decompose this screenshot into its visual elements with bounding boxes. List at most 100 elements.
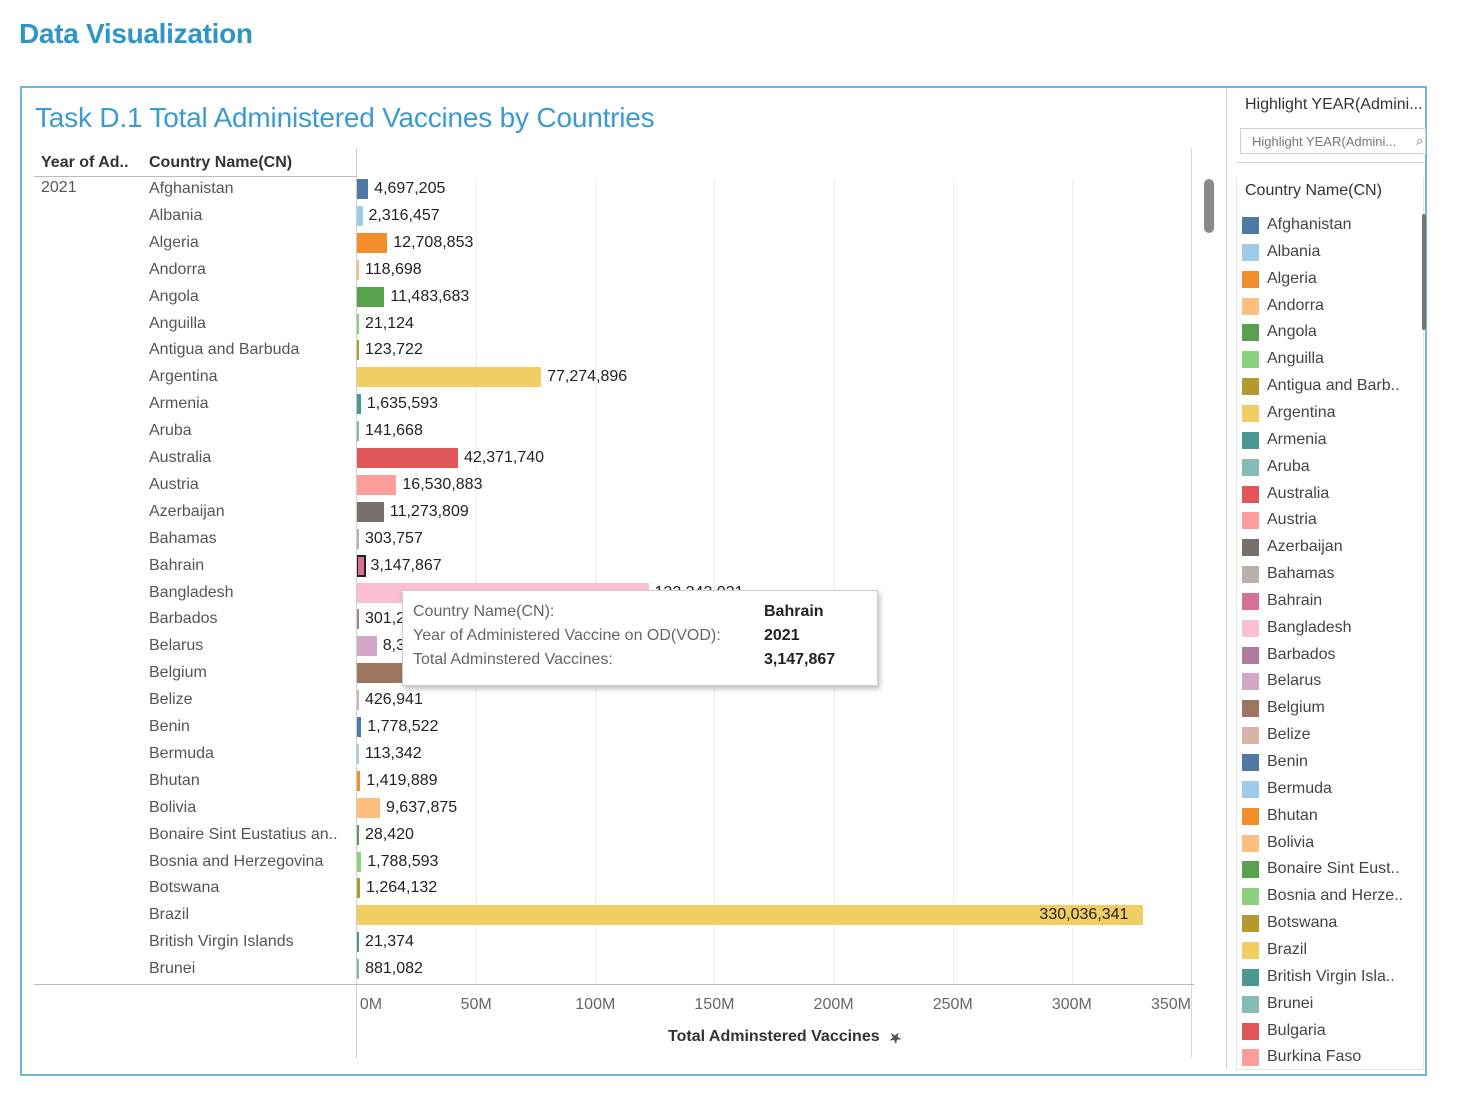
row-label[interactable]: Afghanistan <box>149 179 234 199</box>
bar-value-label: 1,778,522 <box>367 718 439 735</box>
legend-label: Belgium <box>1267 699 1325 717</box>
bar[interactable] <box>357 878 360 899</box>
bar[interactable] <box>357 797 380 818</box>
bar-value-label: 11,483,683 <box>390 287 470 305</box>
chart-scrollbar-thumb[interactable] <box>1204 179 1214 233</box>
legend-scrollbar-thumb[interactable] <box>1422 214 1426 330</box>
legend-swatch <box>1242 539 1259 557</box>
x-tick-label: 200M <box>813 996 854 1013</box>
legend-swatch <box>1242 458 1259 476</box>
row-label[interactable]: Belize <box>149 690 193 710</box>
bar-value-label: 42,371,740 <box>463 449 545 466</box>
row-label[interactable]: Bangladesh <box>149 583 234 603</box>
bar[interactable] <box>357 367 542 388</box>
legend-label: Albania <box>1267 242 1321 260</box>
bar-value-label: 12,708,853 <box>393 233 474 251</box>
x-tick-label: 0M <box>359 996 383 1013</box>
bar[interactable] <box>357 959 360 980</box>
column-header-country[interactable]: Country Name(CN) <box>149 154 292 172</box>
row-label[interactable]: Bermuda <box>149 744 214 764</box>
legend-label: Bahrain <box>1267 591 1323 609</box>
x-tick-label: 350M <box>1150 996 1192 1013</box>
page-heading: Data Visualization <box>19 18 253 49</box>
row-label[interactable]: Barbados <box>149 609 218 629</box>
row-label[interactable]: Bhutan <box>149 771 200 791</box>
bar[interactable] <box>357 905 1144 926</box>
legend-swatch <box>1242 727 1259 745</box>
row-label[interactable]: Australia <box>149 448 211 468</box>
bar[interactable] <box>357 259 359 280</box>
bar[interactable] <box>357 340 359 361</box>
chart-title: Task D.1 Total Administered Vaccines by … <box>35 102 655 133</box>
bar-value-label: 113,342 <box>365 744 422 762</box>
legend-label: Bahamas <box>1267 565 1335 583</box>
row-label[interactable]: Algeria <box>149 233 199 253</box>
bar[interactable] <box>357 932 359 953</box>
row-label[interactable]: Argentina <box>149 367 218 387</box>
row-label[interactable]: Antigua and Barbuda <box>149 340 299 360</box>
bar[interactable] <box>357 179 369 199</box>
bar-value-label: 301,2 <box>365 610 406 628</box>
row-label[interactable]: Aruba <box>149 421 192 441</box>
row-label[interactable]: Azerbaijan <box>149 502 225 522</box>
row-label[interactable]: British Virgin Islands <box>149 932 294 952</box>
bar[interactable] <box>357 609 359 630</box>
tooltip-key-country: Country Name(CN): <box>413 603 555 620</box>
legend-label: Angola <box>1267 323 1317 341</box>
bar[interactable] <box>357 663 403 684</box>
legend-swatch <box>1242 754 1259 771</box>
legend-swatch <box>1242 968 1259 986</box>
row-label[interactable]: Angola <box>149 287 199 307</box>
bar[interactable] <box>357 636 377 657</box>
row-label[interactable]: Bosnia and Herzegovina <box>149 852 323 872</box>
legend-swatch <box>1242 1049 1259 1067</box>
bar[interactable] <box>357 743 359 764</box>
axis-rule <box>34 984 1194 985</box>
bar[interactable] <box>357 824 359 845</box>
row-label[interactable]: Andorra <box>149 260 206 280</box>
legend-label: Belize <box>1267 726 1311 744</box>
row-label[interactable]: Albania <box>149 206 202 226</box>
row-label[interactable]: Belarus <box>149 636 203 656</box>
row-label[interactable]: Anguilla <box>149 314 206 334</box>
row-label[interactable]: Bahamas <box>149 529 217 549</box>
row-label[interactable]: Bolivia <box>149 798 196 818</box>
bar[interactable] <box>357 286 385 307</box>
bar[interactable] <box>357 690 359 711</box>
row-label[interactable]: Armenia <box>149 394 209 414</box>
row-label[interactable]: Brunei <box>149 959 195 979</box>
legend-swatch <box>1242 1022 1259 1040</box>
column-header-year[interactable]: Year of Ad.. <box>41 154 128 172</box>
bar[interactable] <box>357 421 359 442</box>
row-label[interactable]: Bahrain <box>149 556 204 576</box>
bar[interactable] <box>357 232 388 253</box>
bar[interactable] <box>357 313 359 334</box>
legend-swatch <box>1242 888 1259 906</box>
bar[interactable] <box>357 394 361 415</box>
tooltip-key-total: Total Adminstered Vaccines: <box>413 651 613 668</box>
legend-label: Botswana <box>1267 914 1338 932</box>
row-label[interactable]: Belgium <box>149 663 207 683</box>
bar[interactable] <box>357 205 363 226</box>
bar[interactable] <box>357 501 384 522</box>
bar-value-label: 1,788,593 <box>367 852 439 870</box>
row-label[interactable]: Bonaire Sint Eustatius an.. <box>149 825 338 845</box>
row-label[interactable]: Brazil <box>149 905 189 925</box>
gridline <box>952 178 954 984</box>
bar[interactable] <box>357 717 362 737</box>
bar-value-label: 881,082 <box>365 960 423 978</box>
bar[interactable] <box>357 528 359 549</box>
row-label[interactable]: Austria <box>149 475 199 495</box>
panel-separator <box>1226 88 1227 1070</box>
bar[interactable] <box>357 770 361 791</box>
row-label[interactable]: Benin <box>149 717 190 737</box>
search-icon[interactable]: ⌕ <box>1416 133 1423 149</box>
row-label[interactable]: Botswana <box>149 878 219 898</box>
bar[interactable] <box>357 448 458 468</box>
legend-swatch <box>1242 861 1259 879</box>
bar[interactable] <box>356 554 366 577</box>
x-tick-label: 50M <box>460 996 492 1013</box>
tooltip-value-year: 2021 <box>764 627 800 644</box>
bar[interactable] <box>357 474 397 495</box>
bar[interactable] <box>357 851 362 872</box>
